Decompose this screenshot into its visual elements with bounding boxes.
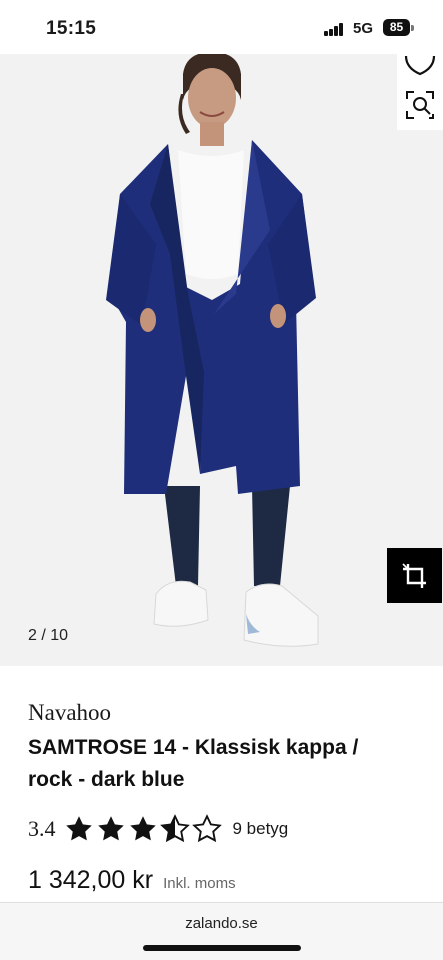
tax-note: Inkl. moms — [163, 875, 236, 892]
battery-level: 85 — [389, 20, 404, 34]
product-brand[interactable]: Navahoo — [28, 700, 111, 726]
rating-value: 3.4 — [28, 816, 56, 841]
product-title: SAMTROSE 14 - Klassisk kappa / rock - da… — [28, 736, 359, 791]
star-half-icon — [159, 814, 190, 843]
crop-button[interactable] — [387, 548, 442, 603]
rating-row[interactable]: 3.4 9 betyg — [28, 813, 288, 845]
rating-stars — [64, 814, 224, 844]
product-image-gallery[interactable]: 2 / 10 — [0, 54, 443, 666]
battery-icon: 85 — [383, 19, 410, 36]
signal-icon — [324, 23, 346, 36]
crop-icon — [401, 562, 426, 588]
star-empty-icon — [191, 814, 222, 843]
product-photo — [106, 54, 319, 647]
battery-tip — [411, 25, 414, 31]
star-full-icon — [65, 816, 92, 841]
status-bar: 15:15 5G 85 — [0, 0, 443, 54]
rating-count: 9 betyg — [232, 819, 289, 838]
image-action-panel — [397, 54, 443, 130]
home-indicator[interactable] — [143, 945, 301, 951]
price-row: 1 342,00 kr Inkl. moms — [28, 866, 236, 895]
visual-search-icon[interactable] — [405, 90, 435, 120]
star-full-icon — [97, 816, 124, 841]
product-price: 1 342,00 kr — [28, 866, 154, 894]
star-full-icon — [129, 816, 156, 841]
site-domain[interactable]: zalando.se — [0, 915, 443, 932]
heart-outline-icon[interactable] — [403, 54, 437, 78]
network-type: 5G — [353, 20, 374, 37]
image-counter: 2 / 10 — [28, 627, 69, 644]
status-time: 15:15 — [46, 18, 97, 39]
browser-address-bar[interactable]: zalando.se — [0, 902, 443, 960]
